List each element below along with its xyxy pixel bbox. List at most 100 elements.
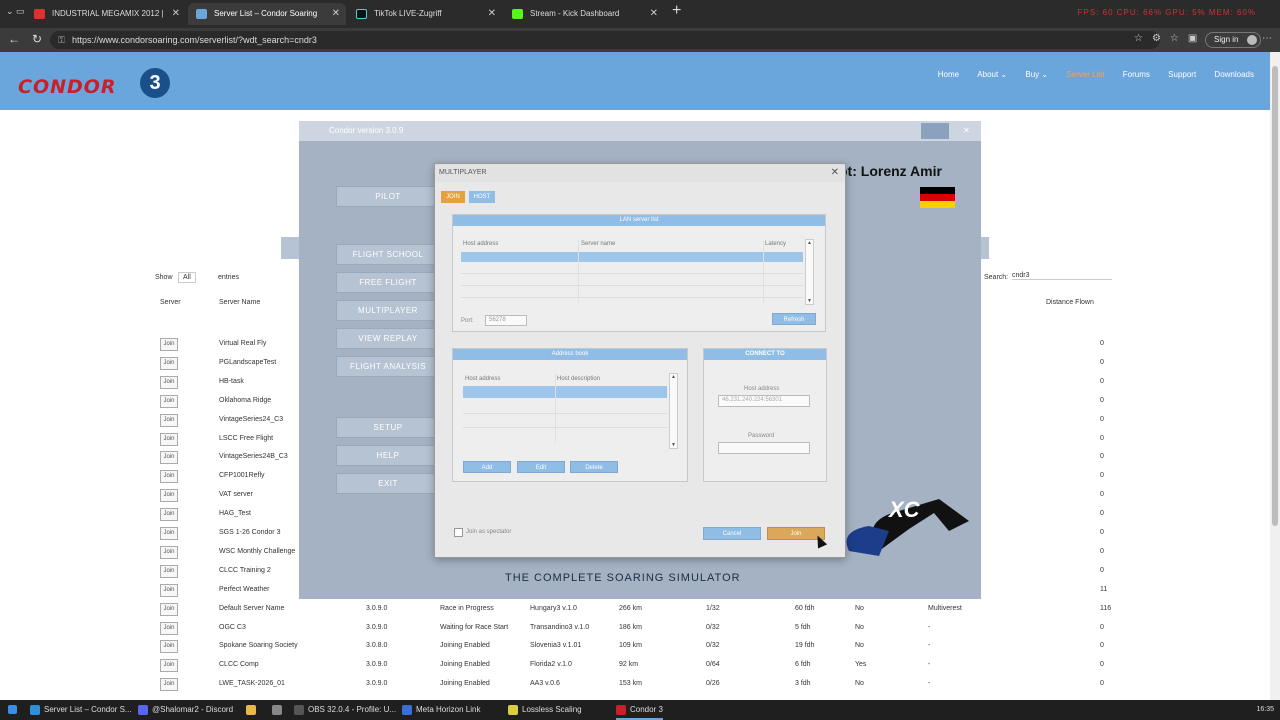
col-host-address[interactable]: Host address: [463, 241, 498, 247]
menu-multiplayer[interactable]: MULTIPLAYER: [336, 300, 440, 321]
refresh-button[interactable]: Refresh: [772, 313, 816, 325]
join-server-button[interactable]: Join: [160, 659, 178, 673]
menu-flight-school[interactable]: FLIGHT SCHOOL: [336, 244, 440, 265]
menu-view-replay[interactable]: VIEW REPLAY: [336, 328, 440, 349]
show-entries-select[interactable]: All: [178, 272, 196, 283]
menu-setup[interactable]: SETUP: [336, 417, 440, 438]
tab-kick[interactable]: Stream - Kick Dashboard ✕: [504, 3, 664, 25]
taskbar-item[interactable]: OBS 32.0.4 - Profile: U...: [294, 700, 396, 720]
scroll-up-icon[interactable]: ▲: [670, 374, 677, 380]
join-server-button[interactable]: Join: [160, 678, 178, 692]
taskbar-item[interactable]: Condor 3: [616, 700, 663, 720]
scroll-down-icon[interactable]: ▼: [670, 442, 677, 448]
scroll-up-icon[interactable]: ▲: [806, 240, 813, 246]
join-server-button[interactable]: Join: [160, 564, 178, 578]
join-server-button[interactable]: Join: [160, 508, 178, 522]
tab-server-list[interactable]: Server List – Condor Soaring ✕: [188, 3, 346, 25]
join-server-button[interactable]: Join: [160, 413, 178, 427]
address-bar[interactable]: ⚿ https://www.condorsoaring.com/serverli…: [50, 31, 1160, 49]
col-latency[interactable]: Latency: [765, 241, 786, 247]
cell-name: Oklahoma Ridge: [219, 396, 272, 404]
taskbar-item[interactable]: @Shalomar2 - Discord: [138, 700, 233, 720]
site-logo[interactable]: CONDOR: [18, 76, 117, 98]
password-input[interactable]: [718, 442, 810, 454]
col-distance[interactable]: Distance Flown: [1046, 299, 1094, 306]
tab-youtube[interactable]: INDUSTRIAL MEGAMIX 2012 | ✕: [26, 3, 186, 25]
join-server-button[interactable]: Join: [160, 621, 178, 635]
back-arrow-icon[interactable]: ←: [8, 32, 20, 46]
ab-row-selected[interactable]: [463, 386, 667, 398]
menu-server-list[interactable]: Server List: [1066, 70, 1104, 79]
menu-about[interactable]: About ⌄: [977, 70, 1007, 79]
taskbar-item[interactable]: [246, 700, 260, 720]
cell-name: VAT server: [219, 491, 253, 499]
delete-button[interactable]: Delete: [570, 461, 618, 473]
spectator-checkbox[interactable]: [454, 528, 463, 537]
join-server-button[interactable]: Join: [160, 489, 178, 503]
cell-status: Joining Enabled: [440, 680, 490, 688]
close-icon[interactable]: ✕: [488, 3, 496, 25]
lan-scrollbar[interactable]: ▲ ▼: [805, 239, 814, 305]
tab-list-chevron-icon[interactable]: ⌄ ▭: [6, 6, 25, 17]
col-ab-host-description[interactable]: Host description: [557, 376, 600, 382]
taskbar-label: Meta Horizon Link: [416, 705, 481, 714]
new-tab-plus-icon[interactable]: +: [672, 2, 681, 20]
edit-button[interactable]: Edit: [517, 461, 565, 473]
menu-free-flight[interactable]: FREE FLIGHT: [336, 272, 440, 293]
join-server-button[interactable]: Join: [160, 640, 178, 654]
col-ab-host-address[interactable]: Host address: [465, 376, 500, 382]
col-server-name[interactable]: Server name: [581, 241, 615, 247]
tab-join[interactable]: JOIN: [441, 191, 465, 203]
close-icon[interactable]: ✕: [332, 3, 340, 25]
taskbar-item[interactable]: Meta Horizon Link: [402, 700, 480, 720]
tab-host[interactable]: HOST: [469, 191, 495, 203]
join-server-button[interactable]: Join: [160, 356, 178, 370]
col-server-name[interactable]: Server Name: [219, 299, 260, 306]
scroll-down-icon[interactable]: ▼: [806, 298, 813, 304]
taskbar-item[interactable]: [272, 700, 286, 720]
menu-exit[interactable]: EXIT: [336, 473, 440, 494]
join-server-button[interactable]: Join: [160, 527, 178, 540]
menu-help[interactable]: HELP: [336, 445, 440, 466]
menu-forums[interactable]: Forums: [1123, 70, 1150, 79]
join-server-button[interactable]: Join: [160, 470, 178, 484]
more-menu-icon[interactable]: ⋯: [1262, 33, 1272, 44]
menu-buy[interactable]: Buy ⌄: [1025, 70, 1048, 79]
join-server-button[interactable]: Join: [160, 338, 178, 351]
add-button[interactable]: Add: [463, 461, 511, 473]
menu-support[interactable]: Support: [1168, 70, 1196, 79]
join-server-button[interactable]: Join: [160, 583, 178, 597]
lan-row-selected[interactable]: [461, 252, 803, 262]
ab-scrollbar[interactable]: ▲ ▼: [669, 373, 678, 449]
col-server[interactable]: Server: [160, 299, 181, 306]
minimize-button[interactable]: [921, 123, 949, 139]
menu-downloads[interactable]: Downloads: [1214, 70, 1254, 79]
join-server-button[interactable]: Join: [160, 545, 178, 559]
scrollbar-thumb[interactable]: [1272, 66, 1278, 526]
join-server-button[interactable]: Join: [160, 451, 178, 465]
page-scrollbar[interactable]: [1270, 52, 1280, 704]
join-server-button[interactable]: Join: [160, 394, 178, 408]
close-icon[interactable]: ✕: [650, 3, 658, 25]
start-button[interactable]: [8, 700, 21, 720]
taskbar-item[interactable]: Lossless Scaling: [508, 700, 582, 720]
taskbar-item[interactable]: Server List – Condor S...: [30, 700, 132, 720]
close-icon[interactable]: ✕: [963, 121, 970, 141]
close-icon[interactable]: ✕: [831, 164, 839, 182]
join-server-button[interactable]: Join: [160, 375, 178, 389]
reload-icon[interactable]: ↻: [32, 32, 42, 46]
toolbar-icons[interactable]: ☆⚙☆▣: [1134, 33, 1206, 44]
menu-home[interactable]: Home: [938, 70, 959, 79]
host-address-input[interactable]: 46.231.240.224:56301: [718, 395, 810, 407]
tab-tiktok[interactable]: TikTok LIVE-Zugriff ✕: [348, 3, 502, 25]
join-server-button[interactable]: Join: [160, 432, 178, 446]
cancel-button[interactable]: Cancel: [703, 527, 761, 540]
menu-pilot[interactable]: PILOT: [336, 186, 440, 207]
sign-in-button[interactable]: Sign in: [1205, 32, 1262, 48]
menu-flight-analysis[interactable]: FLIGHT ANALYSIS: [336, 356, 440, 377]
search-input[interactable]: cndr3: [1012, 272, 1112, 280]
join-server-button[interactable]: Join: [160, 602, 178, 616]
port-input[interactable]: 56278: [485, 315, 527, 326]
browser-nav-bar: ← ↻ ⚿ https://www.condorsoaring.com/serv…: [0, 28, 1280, 52]
close-icon[interactable]: ✕: [172, 3, 180, 25]
